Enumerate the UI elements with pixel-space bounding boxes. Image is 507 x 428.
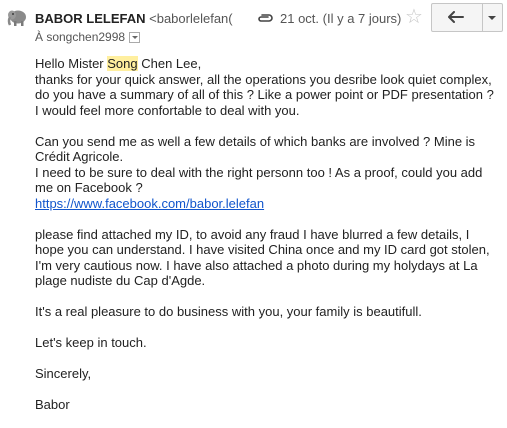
message-date: 21 oct. (Il y a 7 jours) — [280, 11, 402, 26]
message-body: Hello Mister Song Chen Lee, thanks for y… — [35, 56, 500, 428]
paragraph-1-text: thanks for your quick answer, all the op… — [35, 71, 494, 103]
facebook-link[interactable]: https://www.facebook.com/babor.lelefan — [35, 196, 264, 211]
reply-arrow-icon — [448, 11, 464, 23]
recipient-line: À songchen2998 — [35, 30, 141, 44]
paperclip-icon — [258, 14, 273, 22]
reply-button[interactable] — [432, 4, 482, 31]
star-icon[interactable]: ☆ — [405, 6, 423, 28]
paragraph-6: Sincerely, — [35, 366, 92, 381]
sender-email: <baborlelefan( — [149, 11, 233, 26]
paragraph-2-line-2: I need to be sure to deal with the right… — [35, 164, 483, 196]
paragraph-1: Hello Mister Song Chen Lee, thanks for y… — [35, 56, 500, 118]
message-header: BABOR LELEFAN <baborlelefan( 21 oct. (Il… — [0, 0, 507, 50]
paragraph-2: Can you send me as well a few details of… — [35, 134, 500, 212]
details-dropdown-icon[interactable] — [129, 32, 141, 43]
sender: BABOR LELEFAN <baborlelefan( — [35, 11, 250, 26]
sender-name[interactable]: BABOR LELEFAN — [35, 11, 146, 26]
paragraph-3: please find attached my ID, to avoid any… — [35, 226, 490, 289]
paragraph-4: It's a real pleasure to do business with… — [35, 304, 422, 319]
recipient: À songchen2998 — [35, 30, 126, 44]
reply-button-group — [431, 3, 503, 32]
chevron-down-icon — [488, 16, 496, 20]
signature: Babor — [35, 397, 70, 412]
greeting-pre: Hello Mister — [35, 56, 108, 71]
paragraph-2-line-1: Can you send me as well a few details of… — [35, 133, 476, 165]
more-actions-button[interactable] — [483, 4, 502, 31]
paragraph-5: Let's keep in touch. — [35, 335, 147, 350]
highlighted-name: Song — [107, 56, 138, 71]
elephant-avatar-icon[interactable] — [6, 6, 28, 28]
paragraph-1-end: I would feel more confortable to deal wi… — [35, 102, 300, 118]
greeting-post: Chen Lee, — [137, 56, 202, 71]
